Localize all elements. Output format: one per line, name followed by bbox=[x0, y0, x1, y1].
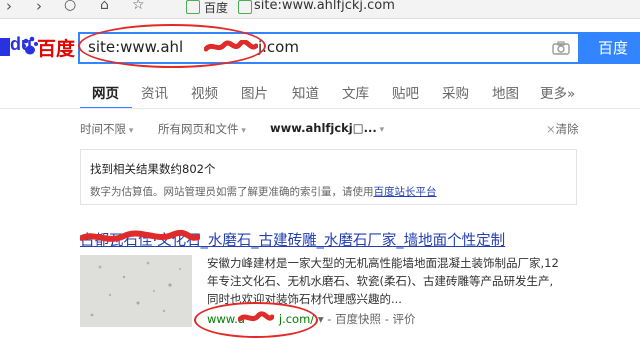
speckled-stone-image bbox=[80, 255, 192, 327]
search-button[interactable]: 百度一 bbox=[580, 32, 640, 89]
snippet-line: 安徽力峰建材是一家大型的无机高性能墙地面混凝土装饰制品厂家,12 bbox=[207, 256, 559, 270]
tab-zhidao[interactable]: 知道 bbox=[292, 82, 319, 102]
filter-clear-label: 清除 bbox=[555, 122, 579, 136]
chevron-down-icon: ▾ bbox=[238, 126, 246, 136]
forward-arrow-icon[interactable]: › bbox=[6, 0, 12, 15]
result-thumbnail[interactable] bbox=[80, 255, 192, 327]
results-note: 数字为估算值。网站管理员如需了解更准确的索引量，请使用百度站长平台 bbox=[90, 184, 437, 199]
baidu-logo-chinese[interactable]: 百度 bbox=[37, 34, 75, 61]
address-bar[interactable]: site:www.ahlfjckj.com bbox=[254, 0, 395, 13]
webmaster-platform-link[interactable]: 百度站长平台 bbox=[374, 186, 437, 198]
secure-shield-icon bbox=[238, 0, 252, 14]
site-label: 百度 bbox=[204, 1, 229, 15]
tab-more[interactable]: 更多» bbox=[540, 82, 575, 102]
camera-icon[interactable] bbox=[552, 41, 570, 55]
home-icon[interactable]: ⌂ bbox=[100, 0, 109, 13]
tab-images[interactable]: 图片 bbox=[241, 82, 268, 102]
results-note-text: 数字为估算值。网站管理员如需了解更准确的索引量，请使用 bbox=[90, 186, 374, 198]
secure-shield-icon bbox=[186, 0, 200, 14]
filter-time-label: 时间不限 bbox=[80, 122, 126, 136]
browser-toolbar: › › ○ ⌂ ☆ 百度 site:www.ahlfjckj.com bbox=[0, 0, 640, 19]
filter-site[interactable]: www.ahlfjckj□... ▾ bbox=[270, 121, 384, 135]
result-snippet: 安徽力峰建材是一家大型的无机高性能墙地面混凝土装饰制品厂家,12 年专注文化石、… bbox=[207, 254, 582, 308]
tab-tieba[interactable]: 贴吧 bbox=[392, 82, 419, 102]
refresh-icon[interactable]: ○ bbox=[64, 0, 76, 13]
snippet-line: 年专注文化石、无机水磨石、软瓷(柔石)、古建砖雕等产品研发生产, bbox=[207, 274, 554, 288]
divider bbox=[0, 108, 640, 109]
filter-type-label: 所有网页和文件 bbox=[158, 122, 239, 136]
annotation-ellipse-url bbox=[194, 302, 318, 338]
tab-procurement[interactable]: 采购 bbox=[442, 82, 469, 102]
filter-site-label: www.ahlfjckj□... bbox=[270, 121, 377, 135]
logo-edge bbox=[0, 38, 10, 56]
tab-map[interactable]: 地图 bbox=[492, 82, 519, 102]
close-icon: × bbox=[546, 122, 556, 136]
tab-news[interactable]: 资讯 bbox=[141, 82, 168, 102]
tab-video[interactable]: 视频 bbox=[191, 82, 218, 102]
filter-type[interactable]: 所有网页和文件 ▾ bbox=[158, 121, 246, 137]
redaction-scribble bbox=[80, 229, 200, 242]
bookmark-star-icon[interactable]: ☆ bbox=[132, 0, 145, 13]
tab-webpage[interactable]: 网页 bbox=[92, 82, 119, 102]
results-count: 找到相关结果数约802个 bbox=[90, 162, 216, 176]
chevron-down-icon: ▾ bbox=[376, 125, 385, 135]
annotation-ellipse-query bbox=[78, 24, 266, 68]
baidu-paw-icon bbox=[22, 36, 38, 55]
tab-wenku[interactable]: 文库 bbox=[342, 82, 369, 102]
back-arrow-icon[interactable]: › bbox=[36, 0, 42, 15]
filter-time[interactable]: 时间不限 ▾ bbox=[80, 121, 133, 137]
chevron-down-icon: ▾ bbox=[126, 126, 134, 136]
filter-clear[interactable]: ×清除 bbox=[546, 121, 579, 137]
